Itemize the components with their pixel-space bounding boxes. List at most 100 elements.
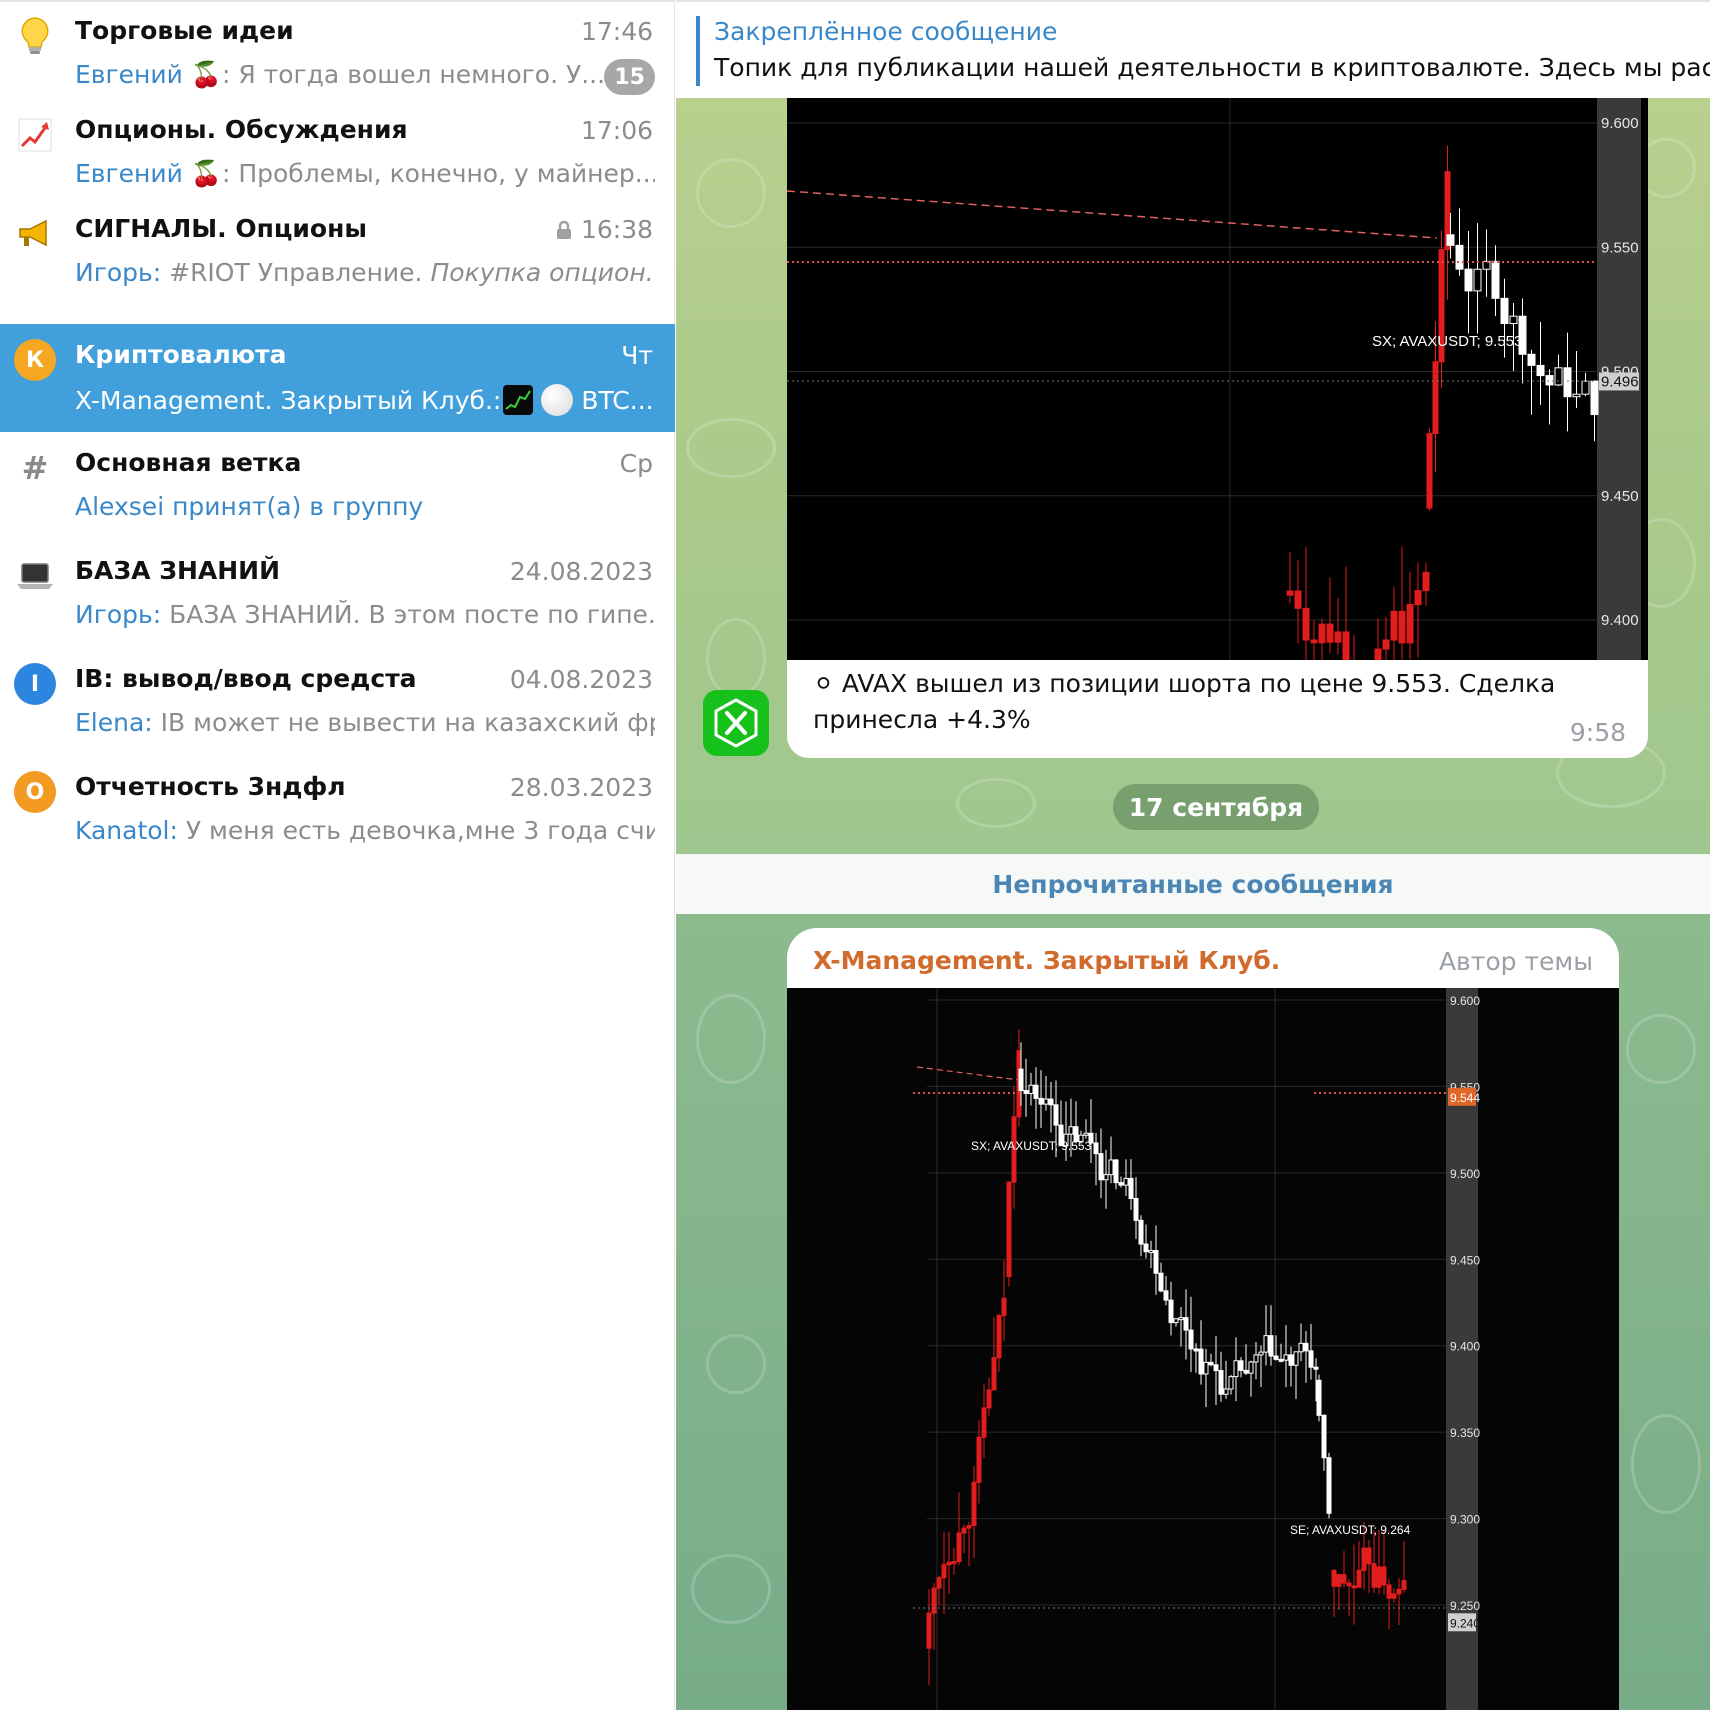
candle-body xyxy=(1554,367,1563,386)
y-tick-label: 9.550 xyxy=(1601,239,1639,256)
candle-body xyxy=(1158,1272,1164,1292)
preview-text: У меня есть девочка,мне 3 года счи... xyxy=(177,816,655,845)
message-caption: ⚪ AVAX вышел из позиции шорта по цене 9.… xyxy=(813,669,1556,734)
candle-body xyxy=(956,1532,962,1563)
candle-body xyxy=(1398,610,1406,644)
candle-body xyxy=(966,1525,972,1529)
chart-up-icon xyxy=(14,114,56,156)
candle-body xyxy=(1336,1574,1342,1587)
chat-time: Ср xyxy=(619,449,653,478)
chat-item-ib-withdrawal[interactable]: I IB: вывод/ввод средста 04.08.2023 Elen… xyxy=(0,648,675,756)
candle-body xyxy=(991,1357,997,1391)
letter-avatar: О xyxy=(14,771,56,813)
chat-item-options-discussion[interactable]: Опционы. Обсуждения 17:06 Евгений 🍒: Про… xyxy=(0,99,675,207)
chat-item-signals-options[interactable]: СИГНАЛЫ. Опционы 16:38 Игорь: #RIOT Упра… xyxy=(0,198,675,306)
candle-body xyxy=(1286,590,1294,596)
preview-sender: Alexsei принят(а) в группу xyxy=(75,492,424,521)
candle-body xyxy=(1390,610,1398,641)
candle-body xyxy=(1341,1574,1347,1584)
candle-body xyxy=(1294,590,1302,609)
lock-icon xyxy=(555,220,573,244)
candle-body xyxy=(1113,1159,1119,1184)
y-tick-label: 9.300 xyxy=(1450,1513,1480,1527)
chat-time: 17:06 xyxy=(580,116,653,145)
candle-body xyxy=(1248,1361,1254,1374)
preview-text: #RIOT Управление. xyxy=(161,258,431,287)
candle-body xyxy=(1006,1181,1012,1278)
preview-text: : Проблемы, конечно, у майнер... xyxy=(221,159,655,188)
candle-body xyxy=(1342,631,1350,667)
chat-time: 17:46 xyxy=(580,17,653,46)
candle-body xyxy=(1103,1174,1109,1181)
laptop-icon xyxy=(14,555,56,597)
chat-time: 16:38 xyxy=(580,215,653,244)
candle-body xyxy=(1298,1342,1304,1353)
candle-body xyxy=(1278,1358,1284,1362)
chart-image[interactable]: 9.600 9.550 9.500 9.450 9.400 9.350 9.300 9.250… xyxy=(787,988,1619,1710)
chart-image[interactable]: 9.600 9.550 9.500 9.450 9.400 SX; AVAXUSDT; 9… xyxy=(787,98,1648,758)
candle-body xyxy=(1263,1335,1269,1353)
message-bubble[interactable]: X-Management. Закрытый Клуб. Автор темы … xyxy=(787,928,1619,1710)
candle-body xyxy=(1133,1197,1139,1221)
date-separator: 17 сентября xyxy=(1113,784,1319,830)
preview-text-after: BTC... xyxy=(581,385,654,415)
candle-body xyxy=(941,1564,947,1579)
author-role-label: Автор темы xyxy=(1438,947,1593,976)
letter-avatar: I xyxy=(14,663,56,705)
candle-body xyxy=(1321,1414,1327,1459)
preview-sender: Игорь: xyxy=(75,258,162,287)
candle-body xyxy=(1446,234,1455,246)
unread-messages-divider: Непрочитанные сообщения xyxy=(676,854,1710,914)
candle-body xyxy=(931,1587,937,1614)
chat-time: 24.08.2023 xyxy=(509,557,653,586)
price-tag-label: 9.496 xyxy=(1601,373,1639,390)
candle-body xyxy=(1203,1361,1209,1375)
candle-body xyxy=(1414,590,1422,606)
message-author[interactable]: X-Management. Закрытый Клуб. xyxy=(813,946,1280,975)
chat-time: 28.03.2023 xyxy=(509,773,653,802)
candle-body xyxy=(1473,268,1482,292)
chat-title: Основная ветка xyxy=(75,448,302,477)
candle-body xyxy=(1356,1569,1362,1588)
chat-preview: Игорь: БАЗА ЗНАНИЙ. В этом посте по гипе… xyxy=(75,600,655,629)
y-tick-label: 9.600 xyxy=(1450,994,1480,1008)
chat-item-knowledge-base[interactable]: БАЗА ЗНАНИЙ 24.08.2023 Игорь: БАЗА ЗНАНИ… xyxy=(0,540,675,648)
pinned-message-bar[interactable]: Закреплённое сообщение Топик для публика… xyxy=(676,0,1710,98)
candle-body xyxy=(1509,315,1518,324)
trade-label: SX; AVAXUSDT; 9.553 xyxy=(1372,333,1522,350)
pinned-text: Топик для публикации нашей деятельности … xyxy=(714,53,1710,82)
candle-body xyxy=(1396,1588,1402,1595)
channel-avatar[interactable] xyxy=(703,690,769,756)
hash-icon: # xyxy=(21,449,49,487)
chat-preview: Игорь: #RIOT Управление. Покупка опцион.… xyxy=(75,258,655,287)
candle-body xyxy=(1318,623,1326,644)
chat-item-trading-ideas[interactable]: Торговые идеи 17:46 Евгений 🍒: Я тогда в… xyxy=(0,0,675,108)
candle-body xyxy=(1173,1318,1179,1324)
candle-body xyxy=(1563,367,1572,398)
chat-item-tax-reporting[interactable]: О Отчетность 3ндфл 28.03.2023 Kanatol: У… xyxy=(0,756,675,864)
candle-body xyxy=(1043,1098,1049,1105)
y-tick-label: 9.250 xyxy=(1450,1599,1480,1613)
chat-item-main-thread[interactable]: # Основная ветка Ср Alexsei принят(а) в … xyxy=(0,432,675,540)
position-dashed-line xyxy=(916,1066,1020,1081)
chat-item-cryptocurrency[interactable]: К Криптовалюта Чт X-Management. Закрытый… xyxy=(0,324,675,432)
candle-body xyxy=(1376,1566,1382,1588)
candle-body xyxy=(1326,1457,1332,1514)
chat-time: Чт xyxy=(621,341,653,370)
candle-body xyxy=(1178,1317,1184,1321)
preview-sender: Kanatol: xyxy=(75,816,178,845)
candle-body xyxy=(981,1407,987,1438)
candle-body xyxy=(1268,1335,1274,1357)
candle-body xyxy=(1083,1132,1089,1136)
candle-body xyxy=(1123,1177,1129,1186)
candle-body xyxy=(1193,1348,1199,1352)
candle-body xyxy=(1406,604,1414,644)
candle-body xyxy=(1153,1250,1159,1274)
candle-body xyxy=(1213,1364,1219,1372)
unread-badge: 15 xyxy=(604,59,655,95)
candle-body xyxy=(1183,1317,1189,1331)
candle-body xyxy=(971,1481,977,1527)
y-tick-label: 9.450 xyxy=(1601,488,1639,505)
message-bubble[interactable]: 9.600 9.550 9.500 9.450 9.400 SX; AVAXUSDT; 9… xyxy=(787,98,1648,758)
candle-body xyxy=(1258,1351,1264,1356)
